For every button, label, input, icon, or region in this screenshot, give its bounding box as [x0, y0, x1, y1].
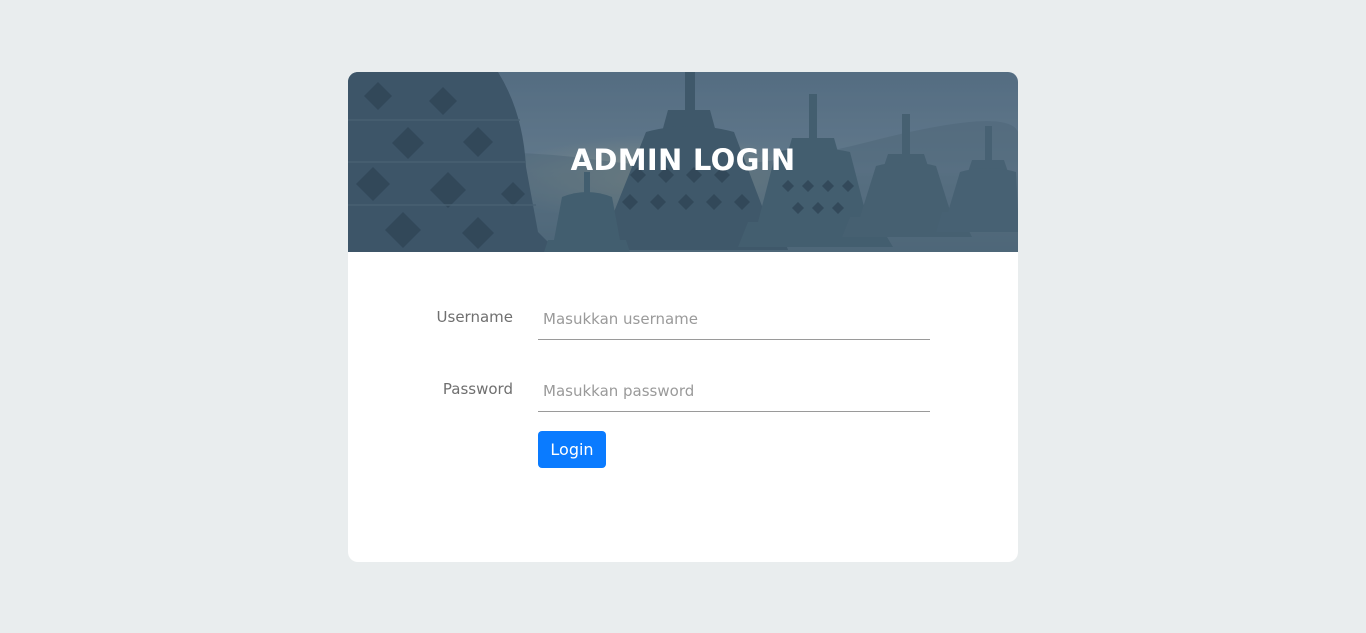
username-row: Username: [348, 298, 1018, 340]
header-banner: ADMIN LOGIN: [348, 72, 1018, 252]
password-row: Password: [348, 370, 1018, 412]
username-label: Username: [436, 308, 513, 326]
login-button[interactable]: Login: [538, 431, 606, 468]
password-label: Password: [442, 380, 513, 398]
page-title: ADMIN LOGIN: [570, 143, 796, 177]
password-input[interactable]: [538, 370, 930, 412]
username-input[interactable]: [538, 298, 930, 340]
login-card: ADMIN LOGIN Username Password Login: [348, 72, 1018, 562]
